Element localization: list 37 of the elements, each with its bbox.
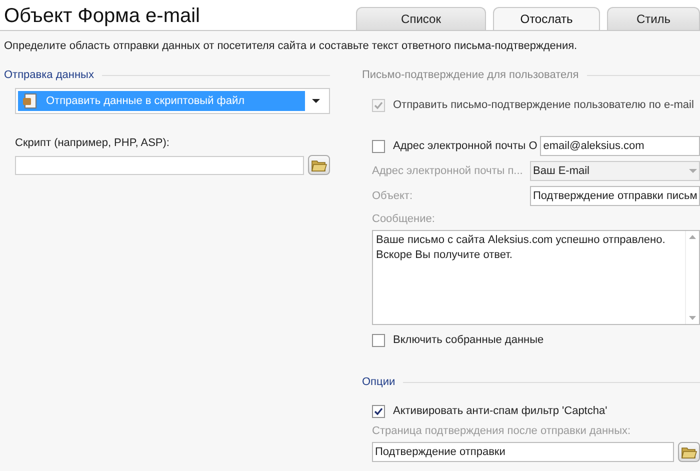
- checkbox-label: Отправить письмо-подтверждение пользователю по e-mail: [393, 98, 694, 112]
- dropdown-value: Отправить данные в скриптовый файл: [46, 94, 245, 108]
- checkbox[interactable]: [372, 334, 385, 346]
- scroll-down-icon[interactable]: [689, 316, 696, 320]
- section-legend: Письмо-подтверждение для пользователя: [362, 68, 579, 82]
- checkbox-label: Включить собранные данные: [393, 333, 544, 347]
- field-label: Страница подтверждения после отправки данных:: [372, 424, 632, 438]
- tab[interactable]: Стиль: [607, 7, 700, 30]
- folder-icon: [681, 446, 698, 458]
- script-file-icon: [22, 93, 38, 109]
- checkbox[interactable]: [372, 140, 385, 152]
- script-field[interactable]: [15, 156, 304, 174]
- check-icon: [374, 100, 383, 110]
- checkbox[interactable]: [372, 404, 385, 418]
- caret-icon: [689, 168, 698, 174]
- field-label: Объект:: [372, 189, 414, 203]
- subject-field[interactable]: Подтверждение отправки письм: [530, 186, 700, 206]
- field-label: Скрипт (например, PHP, ASP):: [15, 136, 170, 150]
- check-icon: [374, 406, 383, 416]
- message-field[interactable]: Ваше письмо с сайта Aleksius.com успешно отправлено. Вскоре Вы получите ответ.: [372, 230, 700, 325]
- section-legend: Отправка данных: [4, 68, 94, 82]
- tab[interactable]: Список: [356, 7, 486, 30]
- section-legend: Опции: [362, 375, 396, 389]
- window-title: Объект Форма e-mail: [3, 4, 200, 28]
- field-label: Адрес электронной почты п...: [372, 164, 524, 178]
- checkbox-label: Адрес электронной почты О: [393, 139, 538, 153]
- checkbox-label: Активировать анти-спам фильтр 'Captcha': [393, 404, 608, 418]
- description: Определите область отправки данных от посетителя сайта и составьте текст ответного письма-подтверждения.: [3, 39, 578, 54]
- field-label: Сообщение:: [372, 212, 436, 226]
- browse-button[interactable]: [308, 155, 330, 175]
- tab[interactable]: Отослать: [493, 7, 600, 30]
- sender-email-field[interactable]: email@aleksius.com: [540, 136, 700, 156]
- folder-icon: [311, 158, 327, 172]
- recipient-dropdown[interactable]: Ваш E-mail: [530, 161, 700, 181]
- browse-button[interactable]: [678, 442, 700, 462]
- scroll-up-icon[interactable]: [689, 235, 696, 239]
- confirmation-page-field[interactable]: Подтверждение отправки: [372, 442, 674, 462]
